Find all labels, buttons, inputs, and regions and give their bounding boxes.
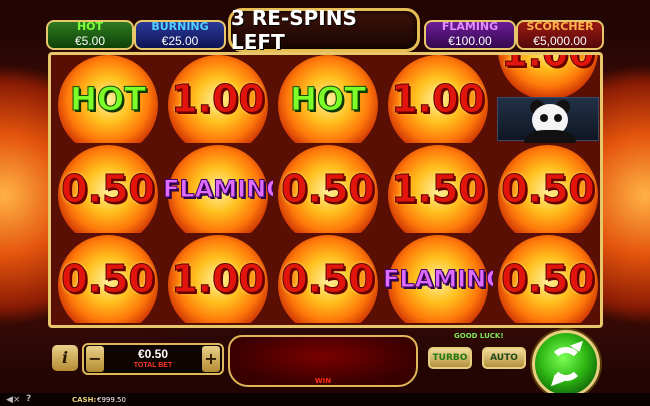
info-button[interactable]: i [52, 345, 78, 371]
total-bet-label: TOTAL BET [133, 362, 173, 369]
help-icon[interactable]: ? [26, 394, 31, 404]
reel-cell: 0.50 [493, 145, 600, 233]
jackpot-scorcher-value: €5,000.00 [533, 34, 587, 48]
reel-grid: HOT 1.00 HOT 1.00 1.00 0.50 FLAMING 0.50… [48, 52, 603, 328]
symbol-value: 0.50 [501, 257, 596, 302]
game-stage: HOT €5.00 BURNING €25.00 FLAMING €100.00… [0, 0, 650, 406]
panda-eye [554, 114, 562, 122]
bet-increase-button[interactable]: + [202, 346, 220, 372]
symbol-value: 1.50 [391, 167, 486, 212]
sound-muted-icon[interactable]: ◀× [6, 395, 20, 405]
jackpot-flaming-name: FLAMING [441, 20, 499, 33]
jackpot-hot-name: HOT [76, 20, 104, 33]
reel-cell: 1.00 [383, 55, 493, 143]
symbol-value: 1.00 [171, 77, 266, 122]
jackpot-scorcher-name: SCORCHER [526, 20, 594, 33]
win-panel: WIN [228, 335, 418, 387]
reel-cell: FLAMING [383, 235, 493, 323]
spin-button[interactable] [532, 330, 600, 398]
symbol-value: 1.00 [171, 257, 266, 302]
cash-value: €999.50 [97, 396, 126, 404]
symbol-value: 0.50 [281, 167, 376, 212]
reel-cell: HOT [53, 55, 163, 143]
reel-cell: 0.50 [273, 235, 383, 323]
good-luck-message: GOOD LUCK! [454, 332, 504, 340]
jackpot-hot-value: €5.00 [74, 34, 106, 48]
autoplay-button[interactable]: AUTO [482, 347, 526, 369]
symbol-hot: HOT [290, 80, 367, 119]
turbo-button[interactable]: TURBO [428, 347, 472, 369]
jackpot-burning-value: €25.00 [161, 34, 199, 48]
reel-cell: 0.50 [53, 145, 163, 233]
reel-cell: 0.50 [273, 145, 383, 233]
bet-decrease-button[interactable]: − [86, 346, 104, 372]
symbol-value: 0.50 [61, 167, 156, 212]
symbol-flaming: FLAMING [383, 265, 493, 294]
spin-arrowhead-icon [547, 372, 565, 387]
reel-cell-spinning: 1.00 [493, 55, 600, 143]
panda-symbol [497, 97, 599, 143]
symbol-value: 0.50 [501, 167, 596, 212]
symbol-flaming: FLAMING [163, 175, 273, 204]
symbol-value: 0.50 [281, 257, 376, 302]
jackpot-burning-name: BURNING [151, 20, 209, 33]
panda-eye [540, 114, 548, 122]
reel-cell: 0.50 [53, 235, 163, 323]
symbol-value: 0.50 [61, 257, 156, 302]
jackpot-scorcher: SCORCHER €5,000.00 [516, 20, 604, 50]
reel-cell: 0.50 [493, 235, 600, 323]
reel-cell: 1.50 [383, 145, 493, 233]
spin-arrowhead-icon [569, 340, 587, 355]
reel-cell: 1.00 [163, 235, 273, 323]
total-bet-value: €0.50 [137, 347, 169, 361]
reel-cell: HOT [273, 55, 383, 143]
win-label: WIN [314, 377, 332, 385]
reel-cell: FLAMING [163, 145, 273, 233]
bet-panel: − €0.50 TOTAL BET + [82, 343, 224, 375]
jackpot-hot: HOT €5.00 [46, 20, 134, 50]
respins-banner: 3 RE-SPINS LEFT [228, 6, 420, 54]
symbol-value: 1.00 [391, 77, 486, 122]
jackpot-flaming-value: €100.00 [448, 34, 492, 48]
reel-cell: 1.00 [163, 55, 273, 143]
panda-body [524, 130, 576, 143]
jackpot-burning: BURNING €25.00 [134, 20, 226, 50]
cash-label: CASH: [72, 396, 97, 404]
symbol-value: 1.00 [493, 55, 600, 77]
jackpot-flaming: FLAMING €100.00 [424, 20, 516, 50]
respins-banner-text: 3 RE-SPINS LEFT [231, 6, 357, 54]
symbol-hot: HOT [70, 80, 147, 119]
